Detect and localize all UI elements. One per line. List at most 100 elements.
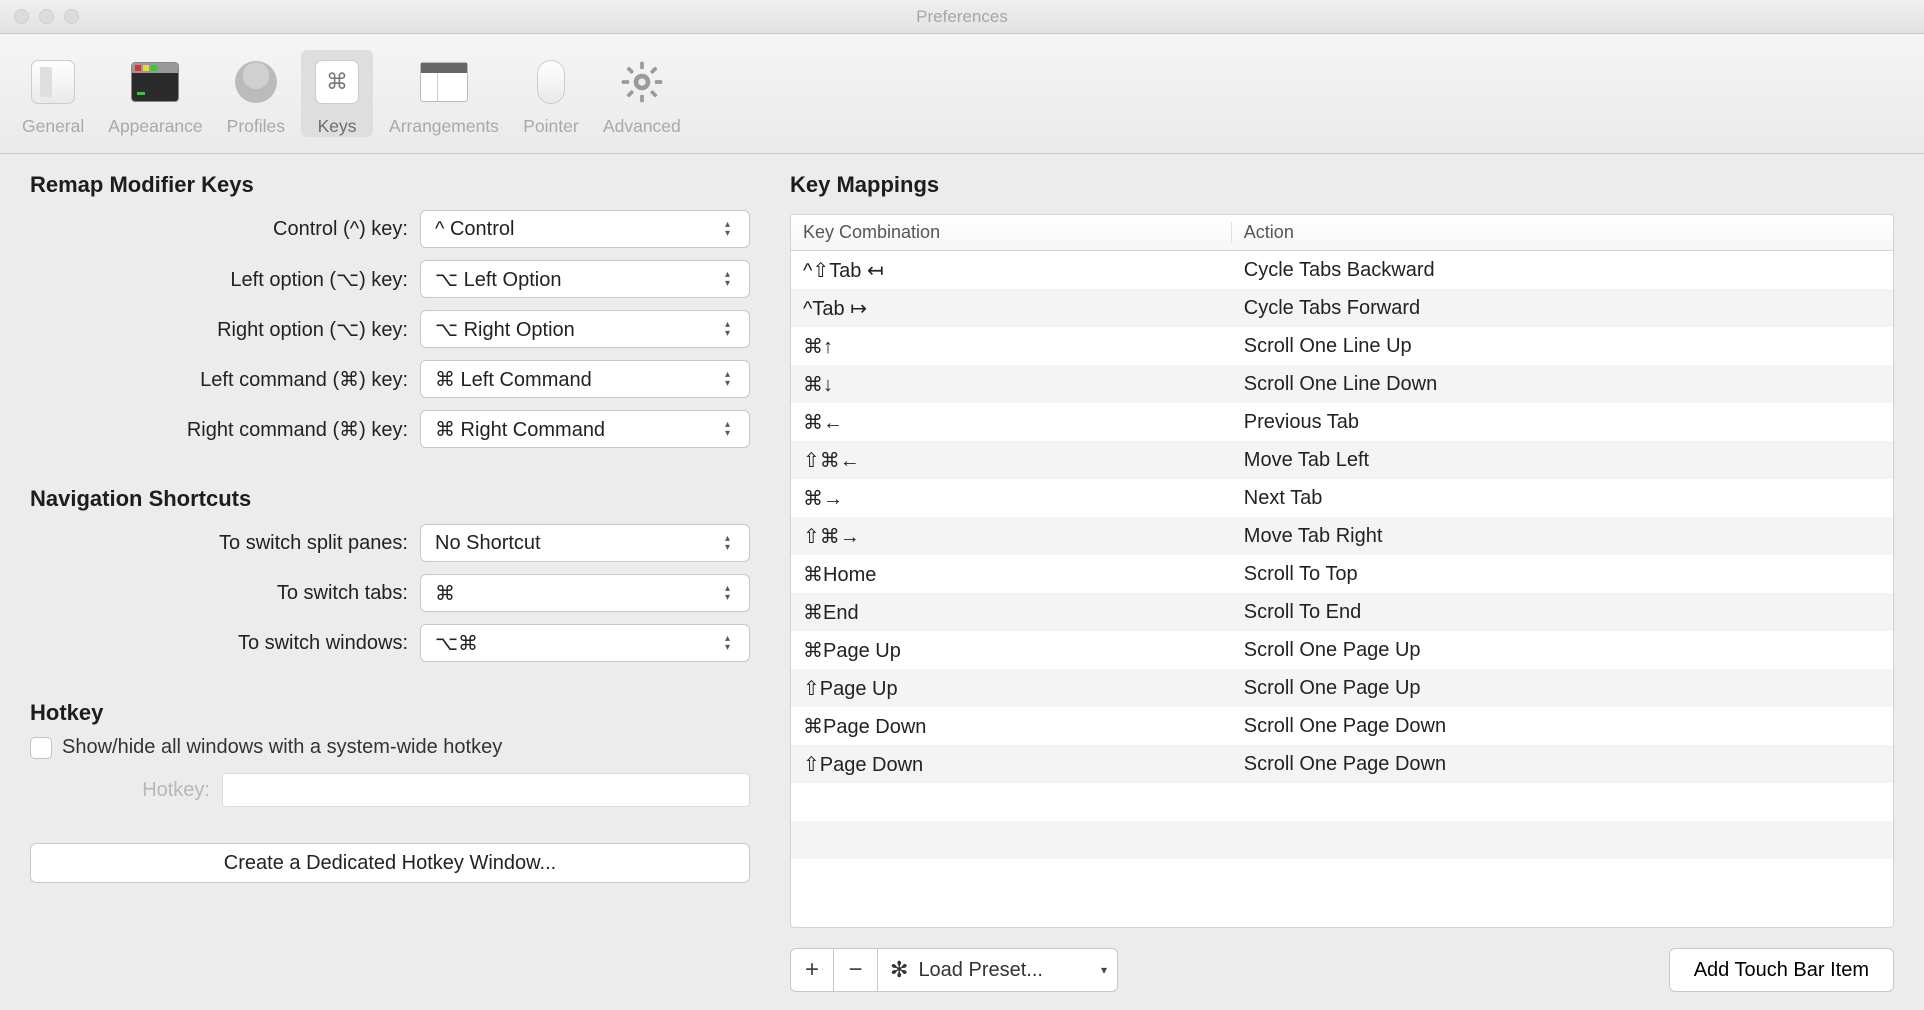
key-cell: ⌘Page Up	[791, 638, 1232, 663]
action-cell: Cycle Tabs Forward	[1232, 297, 1893, 320]
titlebar: Preferences	[0, 0, 1924, 34]
load-preset-select[interactable]: ✻ Load Preset... ▾	[878, 948, 1118, 992]
pointer-icon	[537, 60, 565, 104]
key-cell: ⌘End	[791, 600, 1232, 625]
table-row[interactable]: ⌘HomeScroll To Top	[791, 555, 1893, 593]
key-cell: ⇧⌘←	[791, 448, 1232, 473]
table-row[interactable]: ⌘Page UpScroll One Page Up	[791, 631, 1893, 669]
action-cell: Next Tab	[1232, 487, 1893, 510]
switch-windows-label: To switch windows:	[30, 632, 420, 655]
key-cell: ^Tab ↦	[791, 296, 1232, 321]
column-key-combination[interactable]: Key Combination	[791, 222, 1232, 243]
stepper-icon: ▴▾	[725, 625, 741, 661]
key-mappings-heading: Key Mappings	[790, 172, 1894, 198]
left-option-key-label: Left option (⌥) key:	[30, 267, 420, 292]
tab-keys[interactable]: ⌘ Keys	[301, 50, 373, 137]
action-cell: Cycle Tabs Backward	[1232, 259, 1893, 282]
keys-icon: ⌘	[315, 60, 359, 104]
table-row[interactable]: ⌘→Next Tab	[791, 479, 1893, 517]
remove-mapping-button[interactable]: −	[834, 948, 878, 992]
table-row[interactable]	[791, 821, 1893, 859]
table-row[interactable]: ⌘←Previous Tab	[791, 403, 1893, 441]
action-cell: Scroll To End	[1232, 601, 1893, 624]
key-cell: ⌘↓	[791, 372, 1232, 397]
switch-windows-select[interactable]: ⌥⌘ ▴▾	[420, 624, 750, 662]
hotkey-heading: Hotkey	[30, 700, 750, 726]
action-cell: Scroll One Line Down	[1232, 373, 1893, 396]
stepper-icon: ▴▾	[725, 525, 741, 561]
tab-profiles[interactable]: Profiles	[219, 50, 293, 137]
action-cell: Move Tab Right	[1232, 525, 1893, 548]
right-option-key-select[interactable]: ⌥ Right Option ▴▾	[420, 310, 750, 348]
action-cell: Move Tab Left	[1232, 449, 1893, 472]
remap-heading: Remap Modifier Keys	[30, 172, 750, 198]
table-row[interactable]: ^⇧Tab ↤Cycle Tabs Backward	[791, 251, 1893, 289]
add-mapping-button[interactable]: +	[790, 948, 834, 992]
key-cell: ⌘↑	[791, 334, 1232, 359]
action-cell: Previous Tab	[1232, 411, 1893, 434]
action-cell: Scroll One Page Up	[1232, 639, 1893, 662]
tab-pointer[interactable]: Pointer	[515, 50, 587, 137]
nav-shortcuts-heading: Navigation Shortcuts	[30, 486, 750, 512]
general-icon	[31, 60, 75, 104]
arrangements-icon	[420, 62, 468, 102]
tab-advanced[interactable]: Advanced	[595, 50, 689, 137]
switch-tabs-label: To switch tabs:	[30, 582, 420, 605]
right-command-key-select[interactable]: ⌘ Right Command ▴▾	[420, 410, 750, 448]
stepper-icon: ▴▾	[725, 411, 741, 447]
key-mappings-table: Key Combination Action ^⇧Tab ↤Cycle Tabs…	[790, 214, 1894, 928]
chevron-down-icon: ▾	[1101, 963, 1107, 977]
tab-appearance[interactable]: Appearance	[100, 50, 210, 137]
switch-tabs-select[interactable]: ⌘ ▴▾	[420, 574, 750, 612]
key-cell: ⌘←	[791, 410, 1232, 435]
tab-arrangements[interactable]: Arrangements	[381, 50, 507, 137]
stepper-icon: ▴▾	[725, 211, 741, 247]
table-row[interactable]	[791, 783, 1893, 821]
column-action[interactable]: Action	[1232, 222, 1893, 243]
key-cell: ^⇧Tab ↤	[791, 258, 1232, 283]
table-row[interactable]	[791, 859, 1893, 897]
hotkey-field-label: Hotkey:	[30, 779, 210, 802]
action-cell: Scroll One Line Up	[1232, 335, 1893, 358]
profiles-icon	[235, 61, 277, 103]
appearance-icon	[131, 62, 179, 102]
action-cell: Scroll One Page Down	[1232, 753, 1893, 776]
right-option-key-label: Right option (⌥) key:	[30, 317, 420, 342]
right-command-key-label: Right command (⌘) key:	[30, 417, 420, 442]
left-command-key-select[interactable]: ⌘ Left Command ▴▾	[420, 360, 750, 398]
tab-general[interactable]: General	[14, 50, 92, 137]
left-command-key-label: Left command (⌘) key:	[30, 367, 420, 392]
switch-panes-select[interactable]: No Shortcut ▴▾	[420, 524, 750, 562]
key-cell: ⇧Page Down	[791, 752, 1232, 777]
key-cell: ⇧Page Up	[791, 676, 1232, 701]
preferences-toolbar: General Appearance Profiles ⌘ Keys Arran…	[0, 34, 1924, 154]
stepper-icon: ▴▾	[725, 261, 741, 297]
systemwide-hotkey-checkbox[interactable]	[30, 737, 52, 759]
action-cell: Scroll To Top	[1232, 563, 1893, 586]
switch-panes-label: To switch split panes:	[30, 532, 420, 555]
table-row[interactable]: ⌘EndScroll To End	[791, 593, 1893, 631]
dedicated-hotkey-button[interactable]: Create a Dedicated Hotkey Window...	[30, 843, 750, 883]
table-row[interactable]: ⌘Page DownScroll One Page Down	[791, 707, 1893, 745]
hotkey-input[interactable]	[222, 773, 750, 807]
action-cell: Scroll One Page Down	[1232, 715, 1893, 738]
window-title: Preferences	[0, 7, 1924, 27]
action-cell: Scroll One Page Up	[1232, 677, 1893, 700]
table-row[interactable]: ⇧Page DownScroll One Page Down	[791, 745, 1893, 783]
table-row[interactable]: ^Tab ↦Cycle Tabs Forward	[791, 289, 1893, 327]
table-row[interactable]: ⌘↓Scroll One Line Down	[791, 365, 1893, 403]
table-row[interactable]: ⇧⌘←Move Tab Left	[791, 441, 1893, 479]
stepper-icon: ▴▾	[725, 311, 741, 347]
key-cell: ⌘Home	[791, 562, 1232, 587]
control-key-select[interactable]: ^ Control ▴▾	[420, 210, 750, 248]
systemwide-hotkey-label: Show/hide all windows with a system-wide…	[62, 736, 502, 759]
key-cell: ⇧⌘→	[791, 524, 1232, 549]
stepper-icon: ▴▾	[725, 361, 741, 397]
left-option-key-select[interactable]: ⌥ Left Option ▴▾	[420, 260, 750, 298]
advanced-icon	[616, 56, 668, 108]
table-row[interactable]: ⌘↑Scroll One Line Up	[791, 327, 1893, 365]
table-row[interactable]: ⇧⌘→Move Tab Right	[791, 517, 1893, 555]
add-touch-bar-button[interactable]: Add Touch Bar Item	[1669, 948, 1894, 992]
table-row[interactable]: ⇧Page UpScroll One Page Up	[791, 669, 1893, 707]
gear-icon: ✻	[890, 957, 908, 983]
